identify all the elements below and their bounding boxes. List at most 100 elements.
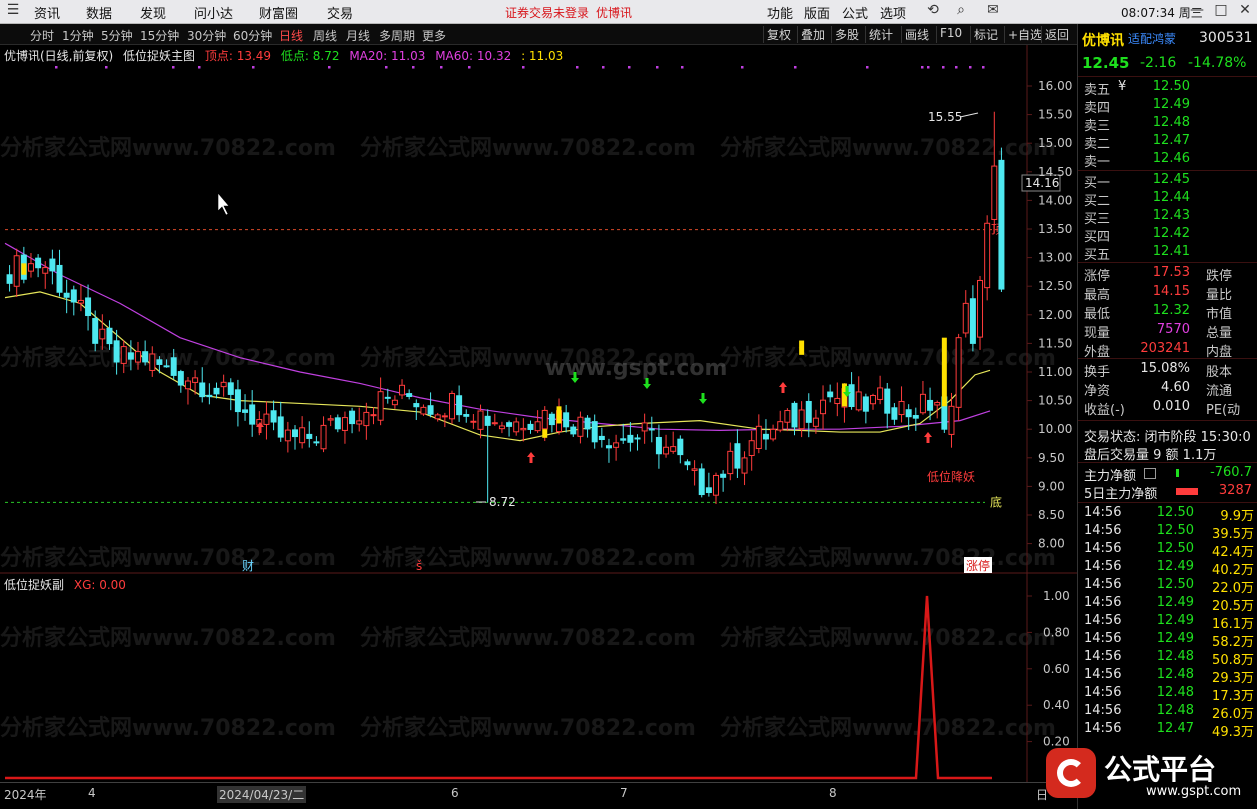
candle-body <box>984 222 991 289</box>
candle-body <box>213 387 220 395</box>
tick-volume: 17.3万 <box>1212 689 1254 704</box>
tool-duogu[interactable]: 多股 <box>831 26 862 43</box>
tool-huaxian[interactable]: 画线 <box>901 26 932 43</box>
marker-dot <box>105 66 108 69</box>
tool-diejia[interactable]: 叠加 <box>797 26 828 43</box>
login-warning[interactable]: 证券交易未登录 <box>505 4 589 21</box>
menu-logo-icon[interactable]: ☰ <box>4 2 22 20</box>
main-net-toggle-icon[interactable] <box>1144 468 1156 479</box>
tool-fuquan[interactable]: 复权 <box>763 26 794 43</box>
period-fenshi[interactable]: 分时 <box>30 27 54 44</box>
tool-tongji[interactable]: 统计 <box>865 26 896 43</box>
menu-item-shuju[interactable]: 数据 <box>86 3 112 22</box>
sub-tick-label: 0.80 <box>1043 625 1070 639</box>
quote-row[interactable]: 涨停 17.53 跌停 <box>1084 265 1254 284</box>
period-multi[interactable]: 多周期 <box>379 27 415 44</box>
candle-body <box>977 279 984 338</box>
quote-row[interactable]: 最低 12.32 市值 <box>1084 303 1254 322</box>
menu-item-gongneng[interactable]: 功能 <box>767 3 793 22</box>
period-30min[interactable]: 30分钟 <box>187 27 226 44</box>
menu-item-gongshi[interactable]: 公式 <box>842 3 868 22</box>
candle-body <box>506 422 513 427</box>
menu-item-banmian[interactable]: 版面 <box>804 3 830 22</box>
candle-body <box>363 411 370 427</box>
period-more[interactable]: 更多 <box>422 27 446 44</box>
search-icon[interactable]: ⌕ <box>952 2 970 20</box>
marker-dot <box>252 66 255 69</box>
row-label-2: 股本 <box>1206 365 1233 380</box>
quote-row[interactable]: 卖一 12.46 <box>1084 151 1254 170</box>
candle-body <box>234 389 241 413</box>
menu-item-jiaoyi[interactable]: 交易 <box>327 3 353 22</box>
row-label: 卖三 <box>1084 119 1111 134</box>
mail-icon[interactable]: ✉ <box>984 2 1002 20</box>
tick-volume: 29.3万 <box>1212 671 1254 686</box>
quote-row[interactable]: 买三 12.43 <box>1084 208 1254 227</box>
row-label: 涨停 <box>1084 269 1111 284</box>
tick-price: 12.48 <box>1156 685 1194 700</box>
panel-sep <box>1078 170 1257 171</box>
minimize-icon[interactable]: — <box>1188 2 1206 20</box>
other-mark: š <box>416 559 422 573</box>
quote-row[interactable]: 卖三 12.48 <box>1084 115 1254 134</box>
candle-body <box>613 442 620 448</box>
candle-body <box>998 159 1005 290</box>
quote-row[interactable]: 买一 12.45 <box>1084 172 1254 191</box>
menu-item-caifuquan[interactable]: 财富圈 <box>259 3 298 22</box>
signal-bar <box>556 406 562 424</box>
legend-top: 顶点: 13.49 <box>204 49 272 63</box>
quote-row[interactable]: 净资 4.60 流通 <box>1084 380 1254 399</box>
tick-row: 14:56 12.47 49.3万 <box>1084 721 1254 740</box>
period-60min[interactable]: 60分钟 <box>233 27 272 44</box>
period-5min[interactable]: 5分钟 <box>101 27 133 44</box>
quote-row[interactable]: 最高 14.15 量比 <box>1084 284 1254 303</box>
candle-body <box>120 346 127 364</box>
quote-row[interactable]: 外盘 203241 内盘 <box>1084 341 1254 360</box>
quote-row[interactable]: 买五 12.41 <box>1084 244 1254 263</box>
watermark-text: 分析家公式网www.70822.com <box>360 545 696 571</box>
period-weekly[interactable]: 周线 <box>313 27 337 44</box>
menu-item-zixun[interactable]: 资讯 <box>34 3 60 22</box>
period-15min[interactable]: 15分钟 <box>140 27 179 44</box>
menu-item-xuanxiang[interactable]: 选项 <box>880 3 906 22</box>
marker-dot <box>982 66 985 69</box>
marker-dot <box>681 66 684 69</box>
menu-item-faxian[interactable]: 发现 <box>140 3 166 22</box>
panel-sep <box>1078 76 1257 77</box>
period-1min[interactable]: 1分钟 <box>62 27 94 44</box>
menu-item-wenxiaoda[interactable]: 问小达 <box>194 3 233 22</box>
refresh-icon[interactable]: ⟲ <box>924 2 942 20</box>
tool-biaoji[interactable]: 标记 <box>970 26 1001 43</box>
candle-body <box>156 359 163 365</box>
tick-volume: 9.9万 <box>1220 509 1254 524</box>
close-icon[interactable]: ✕ <box>1236 2 1254 20</box>
quote-row[interactable]: 换手 15.08% 股本 <box>1084 361 1254 380</box>
period-daily[interactable]: 日线 <box>279 27 303 44</box>
quote-tag[interactable]: 适配鸿蒙 <box>1128 30 1176 47</box>
tool-fanhui[interactable]: 返回 <box>1041 26 1072 43</box>
after-hours: 盘后交易量 9 额 1.1万 <box>1084 448 1217 463</box>
sub-legend-indicator[interactable]: 低位捉妖副 <box>4 578 64 592</box>
quote-row[interactable]: 买二 12.44 <box>1084 190 1254 209</box>
tick-row: 14:56 12.49 40.2万 <box>1084 559 1254 578</box>
period-monthly[interactable]: 月线 <box>346 27 370 44</box>
quote-row[interactable]: 现量 7570 总量 <box>1084 322 1254 341</box>
tool-f10[interactable]: F10 <box>936 26 965 43</box>
candle-body <box>548 413 555 426</box>
quote-row[interactable]: 收益(-) 0.010 PE(动 <box>1084 399 1254 418</box>
legend-indicator[interactable]: 低位捉妖主图 <box>123 49 195 63</box>
tool-zixuan[interactable]: +自选 <box>1004 26 1045 43</box>
quote-row[interactable]: 卖四 12.49 <box>1084 97 1254 116</box>
marker-dot <box>969 66 972 69</box>
quote-row[interactable]: 买四 12.42 <box>1084 226 1254 245</box>
quote-row[interactable]: 卖五 12.50 ¥ <box>1084 79 1254 98</box>
kline-chart[interactable]: 分析家公式网www.70822.com 分析家公式网www.70822.com 分析… <box>0 45 1077 782</box>
quote-row[interactable]: 卖二 12.47 <box>1084 133 1254 152</box>
candle-body <box>13 255 20 287</box>
candle-body <box>927 399 934 411</box>
maximize-icon[interactable]: □ <box>1212 2 1230 20</box>
row-label-2: 量比 <box>1206 288 1233 303</box>
up-arrow-icon <box>527 452 535 463</box>
candle-body <box>934 402 941 406</box>
candle-body <box>684 461 691 466</box>
